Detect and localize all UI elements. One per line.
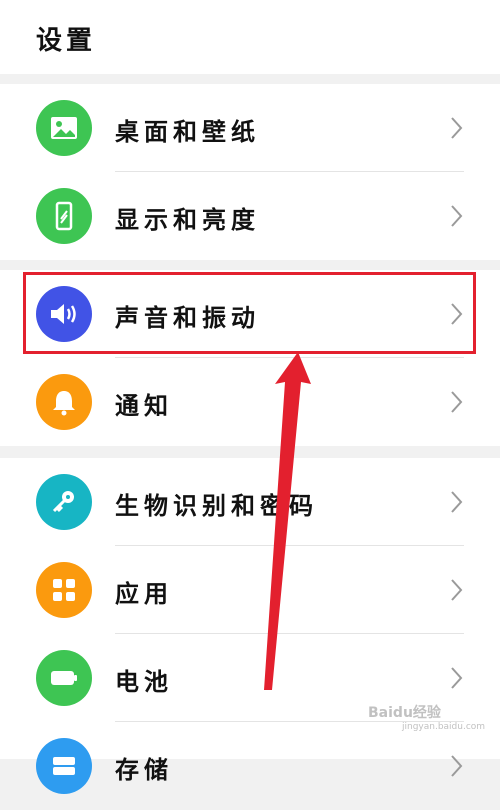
watermark-text: Baidu经验 [368,705,441,721]
battery-icon [36,650,92,706]
settings-item-label: 存储 [115,756,173,784]
volume-icon [36,286,92,342]
baidu-watermark: Baidu经验 jingyan.baidu.com [368,702,485,732]
chevron-right-icon [451,667,463,689]
phone-brightness-icon [36,188,92,244]
chevron-right-icon [451,491,463,513]
settings-item-notifications[interactable]: 通知 [0,358,500,446]
settings-item-label: 电池 [115,668,173,696]
settings-item-label: 显示和亮度 [115,206,260,234]
bell-icon [36,374,92,430]
storage-icon [36,738,92,794]
settings-item-label: 声音和振动 [115,304,260,332]
settings-item-wallpaper[interactable]: 桌面和壁纸 [0,84,500,172]
key-icon [36,474,92,530]
settings-item-label: 生物识别和密码 [115,492,318,520]
settings-item-label: 通知 [115,392,173,420]
settings-item-biometrics-password[interactable]: 生物识别和密码 [0,458,500,546]
settings-item-storage[interactable]: 存储 [0,722,500,810]
settings-item-label: 应用 [115,580,173,608]
chevron-right-icon [451,579,463,601]
page-header: 设置 [0,0,500,74]
settings-group-display: 桌面和壁纸 显示和亮度 [0,84,500,260]
settings-item-display-brightness[interactable]: 显示和亮度 [0,172,500,260]
chevron-right-icon [451,205,463,227]
watermark-sub: jingyan.baidu.com [402,722,486,732]
settings-group-sound: 声音和振动 通知 [0,270,500,446]
chevron-right-icon [451,755,463,777]
settings-item-sound-vibration[interactable]: 声音和振动 [0,270,500,358]
chevron-right-icon [451,391,463,413]
settings-item-apps[interactable]: 应用 [0,546,500,634]
apps-grid-icon [36,562,92,618]
image-icon [36,100,92,156]
chevron-right-icon [451,117,463,139]
chevron-right-icon [451,303,463,325]
page-title: 设置 [36,26,97,56]
settings-item-label: 桌面和壁纸 [115,118,260,146]
